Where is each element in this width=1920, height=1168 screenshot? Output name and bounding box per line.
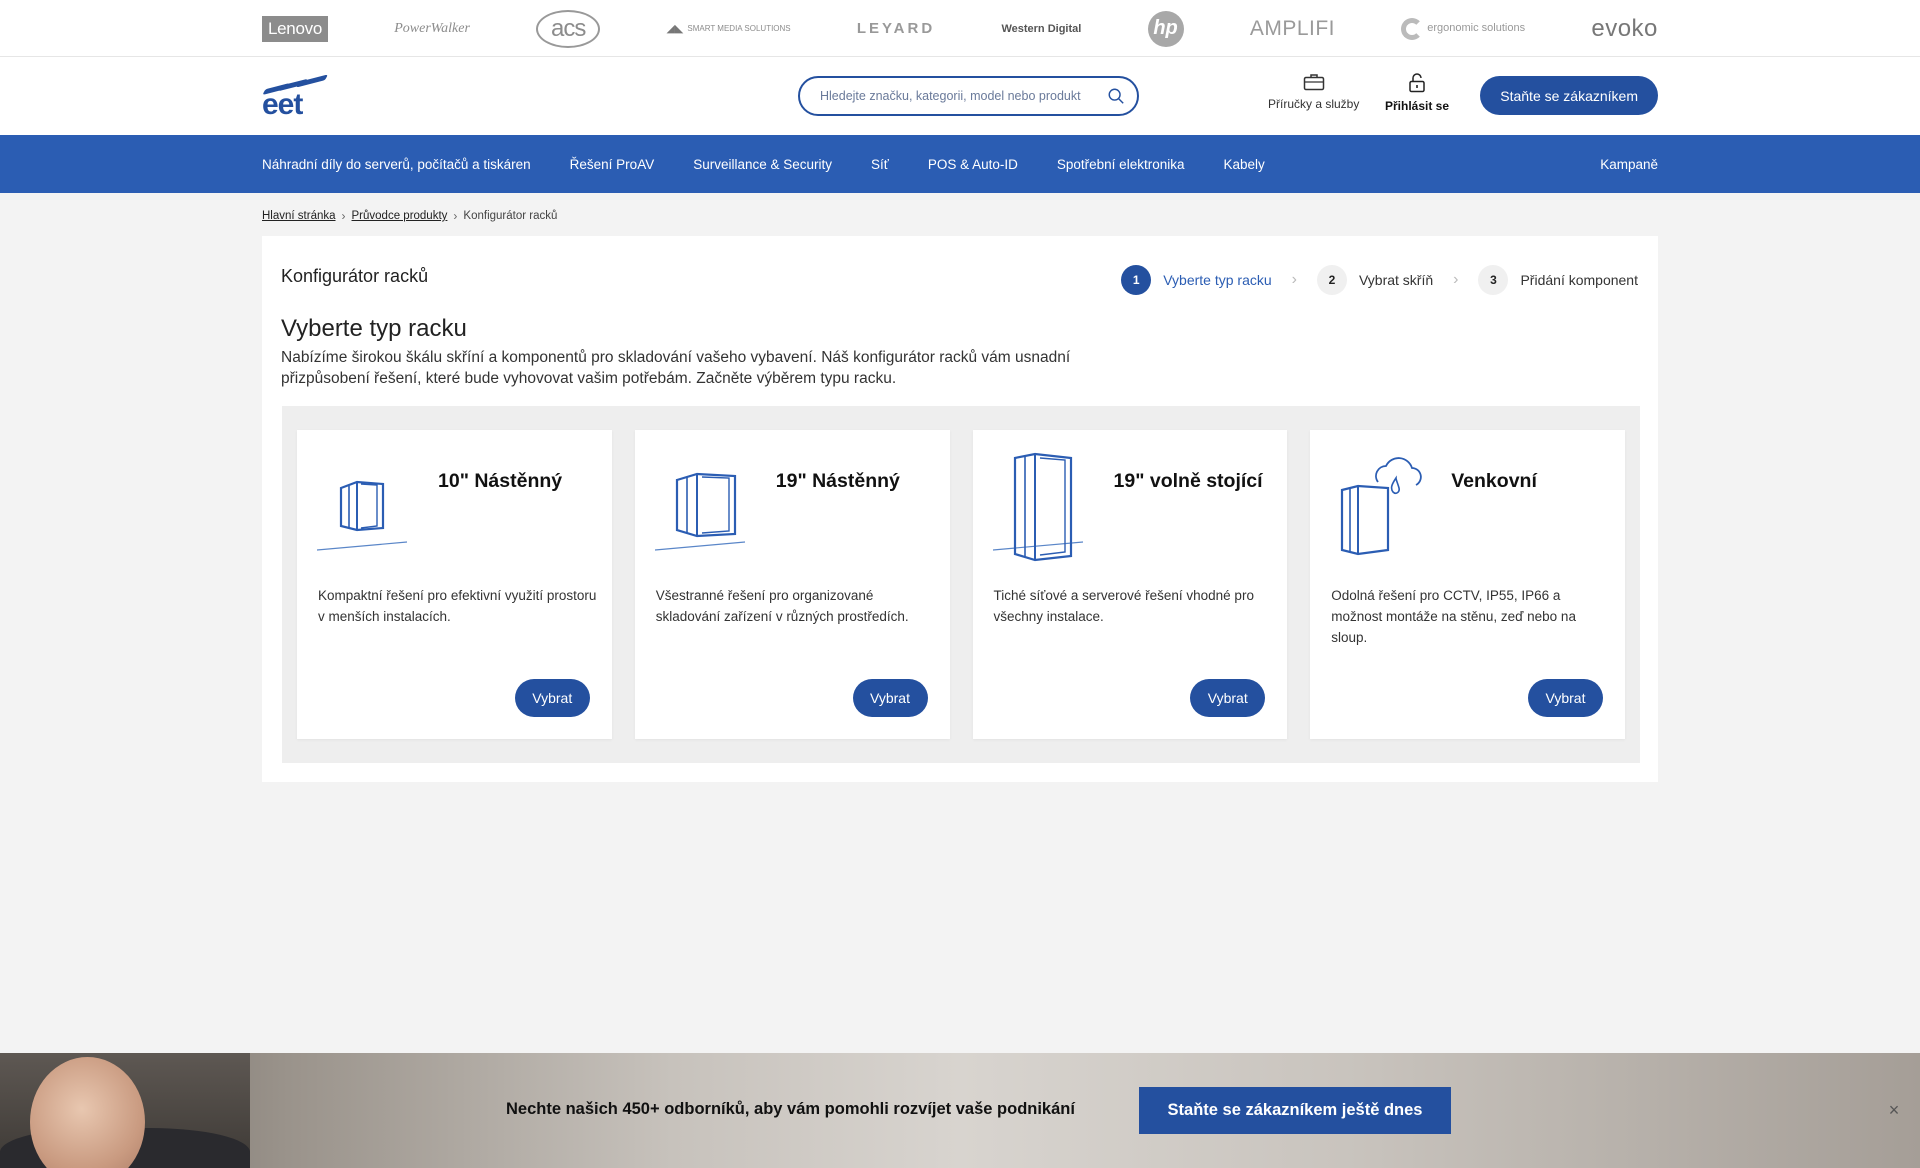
card-title: 19" volně stojící bbox=[1113, 470, 1263, 492]
nav-item-spare-parts[interactable]: Náhradní díly do serverů, počítačů a tis… bbox=[262, 157, 531, 172]
western-digital-logo[interactable]: Western Digital bbox=[1001, 23, 1081, 35]
breadcrumb-product-guide[interactable]: Průvodce produkty bbox=[352, 210, 448, 222]
banner-message: Nechte našich 450+ odborníků, aby vám po… bbox=[506, 1100, 1075, 1118]
step-number: 2 bbox=[1316, 265, 1347, 295]
card-description: Kompaktní řešení pro efektivní využití p… bbox=[318, 588, 597, 624]
logo-wings-icon bbox=[262, 74, 328, 95]
card-description: Všestranné řešení pro organizované sklad… bbox=[655, 588, 909, 624]
card-description: Tiché síťové a serverové řešení vhodné p… bbox=[993, 588, 1254, 624]
brand-strip: Lenovo PowerWalker acs ◢◣ SMART MEDIA SOL… bbox=[0, 0, 1920, 57]
rack-type-grid: 10" Nástěnný Kompaktní řešení pro efekti… bbox=[282, 406, 1640, 763]
card-title: Venkovní bbox=[1451, 470, 1537, 492]
card-description: Odolná řešení pro CCTV, IP55, IP66 a mož… bbox=[1331, 588, 1576, 645]
step-3[interactable]: 3 Přidání komponent bbox=[1478, 265, 1638, 295]
chevron-right-icon: › bbox=[453, 209, 458, 223]
ergonomic-solutions-logo[interactable]: ergonomic solutions bbox=[1401, 17, 1525, 40]
login-link[interactable]: Přihlásit se bbox=[1385, 73, 1449, 113]
step-1[interactable]: 1 Vyberte typ racku bbox=[1121, 265, 1272, 295]
amplifi-logo[interactable]: AMPLIFI bbox=[1250, 17, 1335, 41]
rack-configurator-panel: Konfigurátor racků 1 Vyberte typ racku ›… bbox=[262, 236, 1658, 782]
step-2[interactable]: 2 Vybrat skříň bbox=[1316, 265, 1434, 295]
card-title: 10" Nástěnný bbox=[438, 470, 563, 492]
breadcrumb-current: Konfigurátor racků bbox=[463, 210, 558, 222]
intro-section: Vyberte typ racku Nabízíme širokou škálu… bbox=[281, 315, 1111, 389]
wall-rack-10-icon bbox=[317, 480, 408, 551]
evoko-logo[interactable]: evoko bbox=[1591, 15, 1658, 43]
leyard-logo[interactable]: LEYARD bbox=[857, 20, 935, 37]
nav-item-consumer-electronics[interactable]: Spotřební elektronika bbox=[1057, 157, 1185, 172]
nav-item-surveillance[interactable]: Surveillance & Security bbox=[693, 157, 832, 172]
floor-rack-icon bbox=[992, 452, 1083, 562]
manuals-label: Příručky a služby bbox=[1268, 97, 1360, 111]
powerwalker-logo[interactable]: PowerWalker bbox=[394, 21, 470, 37]
rack-card-outdoor[interactable]: Venkovní Odolná řešení pro CCTV, IP55, I… bbox=[1310, 430, 1625, 739]
nav-item-network[interactable]: Síť bbox=[871, 157, 889, 172]
wall-rack-19-icon bbox=[654, 472, 745, 551]
main-nav: Náhradní díly do serverů, počítačů a tis… bbox=[0, 135, 1920, 193]
rack-card-10-wall[interactable]: 10" Nástěnný Kompaktní řešení pro efekti… bbox=[297, 430, 612, 739]
search-input[interactable] bbox=[820, 89, 1107, 103]
select-button[interactable]: Vybrat bbox=[1528, 679, 1603, 717]
close-icon[interactable]: × bbox=[1886, 1101, 1902, 1119]
banner-person-image bbox=[0, 1053, 250, 1168]
banner-cta-button[interactable]: Staňte se zákazníkem ještě dnes bbox=[1139, 1087, 1451, 1134]
lock-icon bbox=[1409, 73, 1425, 93]
step-label: Vyberte typ racku bbox=[1163, 272, 1272, 288]
nav-item-proav[interactable]: Řešení ProAV bbox=[570, 157, 655, 172]
search-box[interactable] bbox=[798, 76, 1139, 116]
page-title: Konfigurátor racků bbox=[281, 266, 429, 286]
card-title: 19" Nástěnný bbox=[775, 470, 900, 492]
logo-text: eet bbox=[262, 88, 303, 121]
smart-media-solutions-logo[interactable]: ◢◣ SMART MEDIA SOLUTIONS bbox=[666, 23, 790, 34]
section-heading: Vyberte typ racku bbox=[281, 315, 467, 342]
site-header: eet Příručky a služby Přihlásit se Staňt… bbox=[0, 57, 1920, 135]
briefcase-icon bbox=[1303, 74, 1324, 91]
step-number: 1 bbox=[1121, 265, 1152, 295]
manuals-link[interactable]: Příručky a služby bbox=[1268, 73, 1359, 111]
promo-banner: Nechte našich 450+ odborníků, aby vám po… bbox=[0, 1053, 1920, 1168]
search-icon[interactable] bbox=[1107, 87, 1125, 105]
become-customer-button[interactable]: Staňte se zákazníkem bbox=[1480, 76, 1658, 115]
rack-card-19-floor[interactable]: 19" volně stojící Tiché síťové a servero… bbox=[972, 430, 1288, 739]
step-number: 3 bbox=[1478, 265, 1509, 295]
step-indicator: 1 Vyberte typ racku › 2 Vybrat skříň › 3… bbox=[1121, 265, 1638, 295]
acs-logo[interactable]: acs bbox=[536, 9, 601, 48]
breadcrumb: Hlavní stránka › Průvodce produkty › Kon… bbox=[262, 208, 1658, 224]
step-label: Přidání komponent bbox=[1520, 272, 1638, 288]
rack-card-19-wall[interactable]: 19" Nástěnný Všestranné řešení pro organ… bbox=[634, 430, 950, 739]
select-button[interactable]: Vybrat bbox=[1190, 679, 1266, 717]
outdoor-rack-icon bbox=[1341, 457, 1423, 556]
nav-item-campaigns[interactable]: Kampaně bbox=[1600, 157, 1658, 172]
nav-item-cables[interactable]: Kabely bbox=[1223, 157, 1264, 172]
select-button[interactable]: Vybrat bbox=[514, 679, 590, 717]
chevron-right-icon: › bbox=[341, 209, 346, 223]
eet-logo[interactable]: eet bbox=[262, 74, 332, 121]
lenovo-logo[interactable]: Lenovo bbox=[262, 15, 328, 42]
chevron-right-icon: › bbox=[1291, 271, 1297, 288]
breadcrumb-home[interactable]: Hlavní stránka bbox=[262, 210, 336, 222]
step-label: Vybrat skříň bbox=[1358, 272, 1434, 288]
select-button[interactable]: Vybrat bbox=[852, 679, 928, 717]
chevron-right-icon: › bbox=[1453, 271, 1459, 288]
login-label: Přihlásit se bbox=[1385, 99, 1450, 113]
nav-item-pos[interactable]: POS & Auto-ID bbox=[928, 157, 1018, 172]
intro-text: Nabízíme širokou škálu skříní a komponen… bbox=[281, 349, 1071, 387]
hp-logo[interactable]: hp bbox=[1147, 10, 1184, 47]
